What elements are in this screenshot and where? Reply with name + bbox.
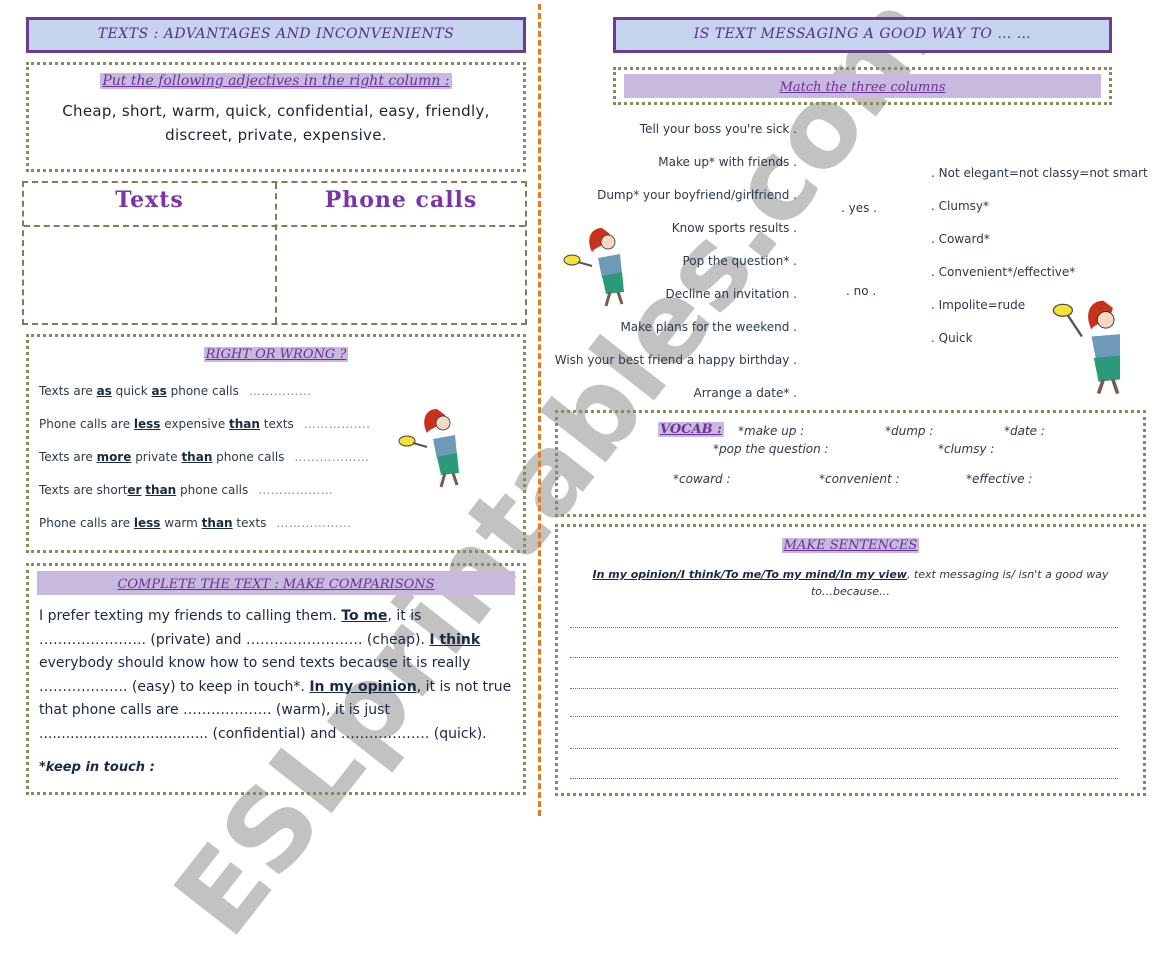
cartoon-woman-icon xyxy=(398,409,459,488)
answer-yes[interactable]: . yes . xyxy=(841,201,877,215)
reason-item[interactable]: . Not elegant=not classy=not smart xyxy=(931,166,1148,180)
adjectives-instruction: Put the following adjectives in the righ… xyxy=(100,73,452,89)
answer-no[interactable]: . no . xyxy=(846,284,876,298)
comparison-paragraph: I prefer texting my friends to calling t… xyxy=(39,608,512,742)
activity-item[interactable]: Make up* with friends . xyxy=(537,155,797,169)
vocab-word[interactable]: *effective : xyxy=(966,472,1032,486)
writing-line[interactable] xyxy=(570,716,1118,717)
adjectives-line-1: Cheap, short, warm, quick, confidential,… xyxy=(62,102,490,120)
match-title-box: Match the three columns xyxy=(613,67,1112,105)
activity-item[interactable]: Dump* your boyfriend/girlfriend . xyxy=(537,188,797,202)
vocab-word[interactable]: *clumsy : xyxy=(938,442,994,456)
phone-calls-answer-cell[interactable] xyxy=(279,229,523,321)
reason-item[interactable]: . Coward* xyxy=(931,232,990,246)
answer-blank[interactable]: …………… xyxy=(249,384,312,398)
left-banner-title: TEXTS : ADVANTAGES AND INCONVENIENTS xyxy=(26,17,526,53)
statement-row: Texts are as quick as phone calls…………… xyxy=(39,384,312,398)
keep-in-touch-footnote: *keep in touch : xyxy=(39,760,155,775)
reason-item[interactable]: . Clumsy* xyxy=(931,199,989,213)
right-or-wrong-title: RIGHT OR WRONG ? xyxy=(203,347,349,362)
writing-line[interactable] xyxy=(570,748,1118,749)
adjectives-line-2: discreet, private, expensive. xyxy=(165,126,387,144)
answer-blank[interactable]: ……………. xyxy=(304,417,371,431)
activity-item[interactable]: Arrange a date* . xyxy=(537,386,798,400)
vocab-label: VOCAB : xyxy=(658,422,724,437)
make-sentences-title: MAKE SENTENCES xyxy=(781,538,920,553)
activity-item[interactable]: Tell your boss you're sick . xyxy=(537,122,797,136)
complete-text-title: COMPLETE THE TEXT : MAKE COMPARISONS xyxy=(117,577,435,592)
statement-row: Texts are more private than phone calls…… xyxy=(39,450,370,464)
answer-blank[interactable]: ……………… xyxy=(276,516,351,530)
complete-text-title-bar: COMPLETE THE TEXT : MAKE COMPARISONS xyxy=(37,571,515,595)
vocab-word[interactable]: *pop the question : xyxy=(713,442,829,456)
activity-item[interactable]: Wish your best friend a happy birthday . xyxy=(537,353,797,367)
reason-item[interactable]: . Convenient*/effective* xyxy=(931,265,1075,279)
column-header-texts: Texts xyxy=(115,187,184,213)
reason-item[interactable]: . Quick xyxy=(931,331,973,345)
column-header-phone-calls: Phone calls xyxy=(324,187,478,213)
writing-line[interactable] xyxy=(570,627,1118,628)
writing-line[interactable] xyxy=(570,778,1118,779)
statement-row: Phone calls are less expensive than text… xyxy=(39,417,371,431)
adjectives-box: Put the following adjectives in the righ… xyxy=(26,62,526,172)
vocab-word[interactable]: *dump : xyxy=(885,424,933,438)
writing-line[interactable] xyxy=(570,657,1118,658)
sort-table: Texts Phone calls xyxy=(22,181,527,325)
sentence-prompt: In my opinion/I think/To me/To my mind/I… xyxy=(592,568,1109,598)
cartoon-woman-icon xyxy=(563,228,624,307)
vocab-word[interactable]: *coward : xyxy=(673,472,731,486)
vocab-word[interactable]: *convenient : xyxy=(819,472,900,486)
answer-blank[interactable]: ……………… xyxy=(258,483,333,497)
match-title: Match the three columns xyxy=(779,80,946,95)
cartoon-woman-icon xyxy=(1052,300,1120,395)
complete-text-box: COMPLETE THE TEXT : MAKE COMPARISONS I p… xyxy=(26,563,526,795)
vocab-box: VOCAB : *make up : *dump : *date : *pop … xyxy=(555,410,1146,517)
statement-row: Phone calls are less warm than texts…………… xyxy=(39,516,352,530)
activity-item[interactable]: Make plans for the weekend . xyxy=(537,320,797,334)
vocab-word[interactable]: *date : xyxy=(1004,424,1045,438)
writing-line[interactable] xyxy=(570,688,1118,689)
vocab-word[interactable]: *make up : xyxy=(738,424,804,438)
texts-answer-cell[interactable] xyxy=(26,229,273,321)
statement-row: Texts are shorter than phone calls……………… xyxy=(39,483,334,497)
reason-item[interactable]: . Impolite=rude xyxy=(931,298,1025,312)
opinion-phrases: In my opinion/I think/To me/To my mind/I… xyxy=(592,568,907,581)
right-or-wrong-box: RIGHT OR WRONG ? Texts are as quick as p… xyxy=(26,334,526,553)
right-banner-title: IS TEXT MESSAGING A GOOD WAY TO … … xyxy=(613,17,1112,53)
answer-blank[interactable]: ……………… xyxy=(294,450,369,464)
make-sentences-box: MAKE SENTENCES In my opinion/I think/To … xyxy=(555,524,1146,796)
